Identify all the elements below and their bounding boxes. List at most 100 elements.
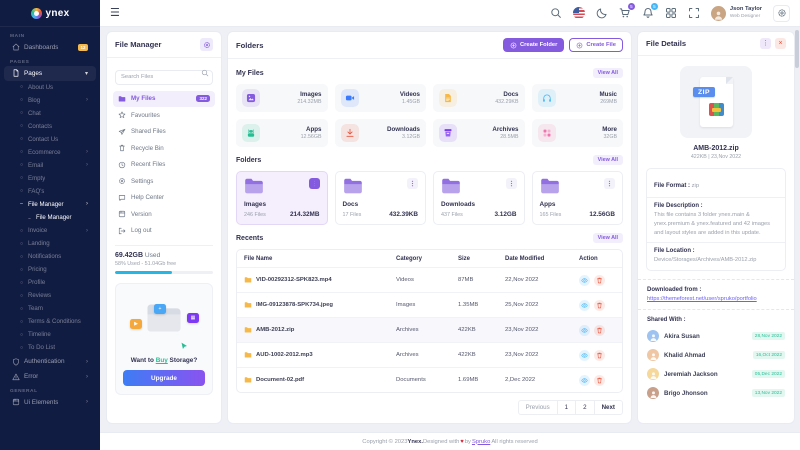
sidebar-item[interactable]: ○ Profile: [4, 276, 96, 289]
shared-user-row[interactable]: Akira Susan 28,Nov 2022: [647, 330, 785, 342]
apps-grid-icon[interactable]: [665, 7, 677, 19]
view-file-button[interactable]: [579, 325, 590, 336]
file-type-card[interactable]: Images 214.32MB: [236, 84, 328, 112]
create-folder-button[interactable]: Create Folder: [503, 38, 564, 52]
sidebar-item[interactable]: Authentication ›: [4, 354, 96, 369]
create-file-button[interactable]: Create File: [569, 38, 623, 52]
sidebar-item[interactable]: ○ About Us: [4, 81, 96, 94]
language-flag-icon[interactable]: [573, 7, 585, 19]
settings-gear-button[interactable]: [773, 5, 790, 22]
sidebar-item[interactable]: Pages ▾: [4, 66, 96, 81]
view-file-button[interactable]: [579, 300, 590, 311]
file-type-card[interactable]: Downloads 3.12GB: [335, 119, 427, 147]
file-manager-settings-button[interactable]: [200, 38, 213, 51]
sidebar-item[interactable]: ○ Pricing: [4, 263, 96, 276]
sidebar-item[interactable]: ○ Landing: [4, 237, 96, 250]
more-options-button[interactable]: ⋮: [760, 38, 771, 49]
delete-file-button[interactable]: [594, 275, 605, 286]
sidebar-item[interactable]: ○ Ecommerce ›: [4, 146, 96, 159]
search-input[interactable]: [115, 70, 213, 85]
folder-card[interactable]: Downloads 437 Files 3.12GB: [433, 171, 525, 225]
file-manager-nav-item[interactable]: Recent Files: [113, 157, 215, 174]
delete-file-button[interactable]: [594, 375, 605, 386]
sidebar-item[interactable]: ○ Email ›: [4, 159, 96, 172]
file-type-card[interactable]: Videos 1.45GB: [335, 84, 427, 112]
file-manager-nav-item[interactable]: My Files 322: [113, 91, 215, 108]
file-type-card[interactable]: Apps 12.56GB: [236, 119, 328, 147]
search-icon[interactable]: [550, 7, 562, 19]
sidebar-item[interactable]: ○ Team: [4, 302, 96, 315]
downloaded-from-link[interactable]: https://themeforest.net/user/spruko/port…: [647, 296, 785, 302]
pagination-page-1[interactable]: 1: [557, 400, 576, 415]
file-manager-nav-item[interactable]: Version: [113, 206, 215, 223]
buy-link[interactable]: Buy: [156, 357, 168, 364]
more-options-button[interactable]: [407, 178, 418, 189]
view-file-button[interactable]: [579, 350, 590, 361]
file-type-card[interactable]: Docs 432.29KB: [433, 84, 525, 112]
menu-toggle-icon[interactable]: ☰: [110, 8, 120, 19]
pagination-next[interactable]: Next: [594, 400, 623, 415]
delete-file-button[interactable]: [594, 350, 605, 361]
nav-item-icon: [118, 210, 126, 218]
pagination-previous[interactable]: Previous: [518, 400, 558, 415]
file-manager-nav-item[interactable]: Shared Files: [113, 124, 215, 141]
sidebar-item[interactable]: ○ Contact Us: [4, 133, 96, 146]
view-file-button[interactable]: [579, 275, 590, 286]
file-type-card[interactable]: Music 269MB: [532, 84, 624, 112]
upgrade-button[interactable]: Upgrade: [123, 370, 205, 386]
app-logo[interactable]: ynex: [0, 0, 100, 27]
more-options-button[interactable]: [604, 178, 615, 189]
more-options-button[interactable]: [506, 178, 517, 189]
notifications-bell-icon[interactable]: 5: [642, 7, 654, 19]
file-manager-nav-item[interactable]: Recycle Bin: [113, 140, 215, 157]
sidebar-item[interactable]: ○ To Do List: [4, 341, 96, 354]
user-menu[interactable]: Json TaylorWeb Designer: [711, 6, 762, 21]
folder-card[interactable]: Apps 165 Files 12.56GB: [532, 171, 624, 225]
sidebar-item[interactable]: ○ Timeline: [4, 328, 96, 341]
view-all-button[interactable]: View All: [593, 68, 623, 78]
sidebar-item[interactable]: Error ›: [4, 369, 96, 384]
sidebar-item[interactable]: ○ Contacts: [4, 120, 96, 133]
sidebar-item[interactable]: – File Manager ›: [4, 198, 96, 211]
view-all-button[interactable]: View All: [593, 233, 623, 243]
more-options-button[interactable]: [309, 178, 320, 189]
sidebar-item[interactable]: ○ Notifications: [4, 250, 96, 263]
sidebar-item[interactable]: ○ Reviews: [4, 289, 96, 302]
folder-card[interactable]: Docs 17 Files 432.39KB: [335, 171, 427, 225]
fullscreen-icon[interactable]: [688, 7, 700, 19]
file-manager-nav-item[interactable]: Settings: [113, 173, 215, 190]
sidebar-item[interactable]: ○ Terms & Conditions: [4, 315, 96, 328]
delete-file-button[interactable]: [594, 325, 605, 336]
view-all-button[interactable]: View All: [593, 155, 623, 165]
file-type-card[interactable]: Archives 28.5MB: [433, 119, 525, 147]
table-row[interactable]: VID-00292312-SPK823.mp4 Videos 87MB 22,N…: [237, 267, 622, 292]
sidebar-item[interactable]: ○ Blog ›: [4, 94, 96, 107]
sidebar-item[interactable]: Dashboards 12: [4, 40, 96, 55]
sidebar-item[interactable]: Ui Elements ›: [4, 395, 96, 410]
view-file-button[interactable]: [579, 375, 590, 386]
cart-icon[interactable]: 5: [619, 7, 631, 19]
file-manager-nav-item[interactable]: Log out: [113, 223, 215, 240]
file-manager-nav-item[interactable]: Favourites: [113, 107, 215, 124]
table-row[interactable]: IMG-09123878-SPK734.jpeg Images 1.35MB 2…: [237, 292, 622, 317]
shared-user-row[interactable]: Brigo Jhonson 13,Nov 2022: [647, 387, 785, 399]
sidebar-item[interactable]: – File Manager: [4, 211, 96, 225]
file-manager-nav-item[interactable]: Help Center: [113, 190, 215, 207]
scrollbar-thumb[interactable]: [795, 30, 799, 68]
sidebar-item[interactable]: ○ Empty: [4, 172, 96, 185]
spruko-link[interactable]: Spruko: [472, 439, 490, 445]
table-row[interactable]: Document-02.pdf Documents 1.69MB 2,Dec 2…: [237, 367, 622, 392]
shared-user-row[interactable]: Jeremiah Jackson 05,Dec 2022: [647, 368, 785, 380]
sidebar-item[interactable]: ○ FAQ's: [4, 185, 96, 198]
close-button[interactable]: ×: [775, 38, 786, 49]
folder-card[interactable]: Images 246 Files 214.32MB: [236, 171, 328, 225]
sidebar-item[interactable]: ○ Chat: [4, 107, 96, 120]
table-row[interactable]: AMB-2012.zip Archives 422KB 23,Nov 2022: [237, 317, 622, 342]
delete-file-button[interactable]: [594, 300, 605, 311]
dark-mode-icon[interactable]: [596, 7, 608, 19]
pagination-page-2[interactable]: 2: [575, 400, 594, 415]
sidebar-item[interactable]: ○ Invoice ›: [4, 224, 96, 237]
table-row[interactable]: AUD-1002-2012.mp3 Archives 422KB 23,Nov …: [237, 342, 622, 367]
file-type-card[interactable]: More 32GB: [532, 119, 624, 147]
shared-user-row[interactable]: Khalid Ahmad 16,Oct 2022: [647, 349, 785, 361]
